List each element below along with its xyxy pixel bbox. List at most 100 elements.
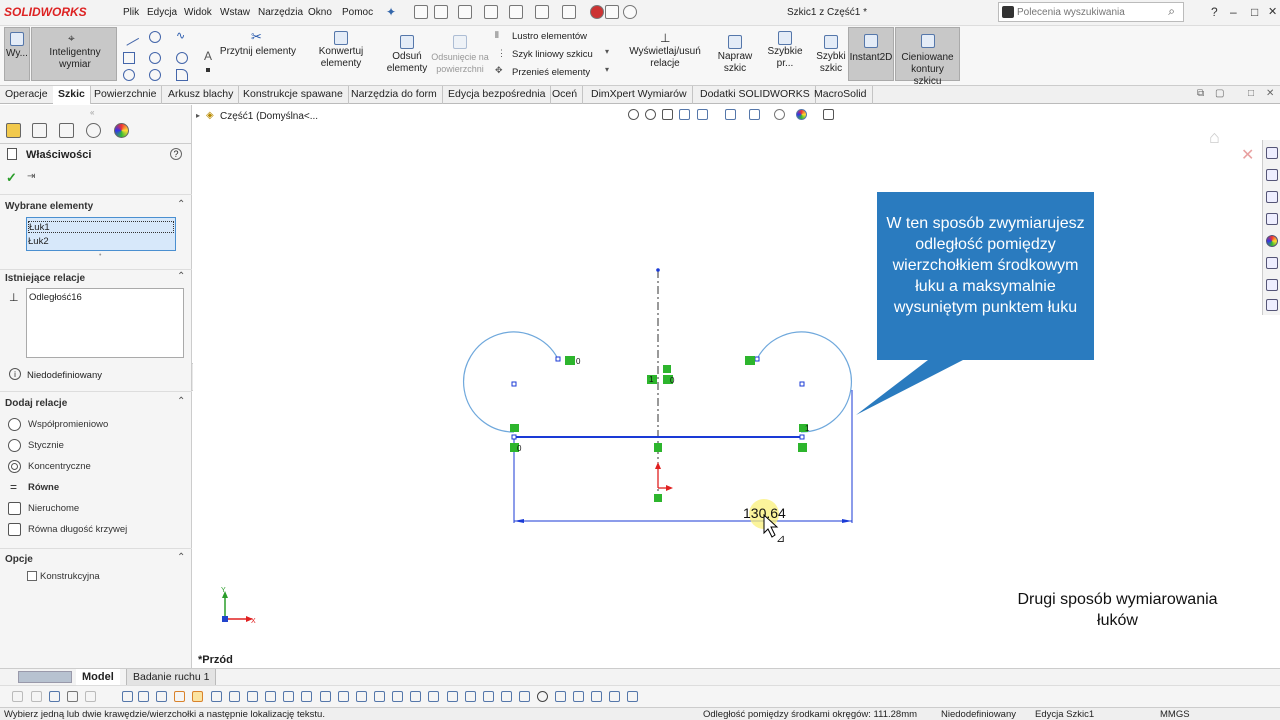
smart-dimension-button[interactable]: ⌖ Inteligentny wymiar [31, 27, 117, 81]
mirror-entities-item[interactable]: Lustro elementów [512, 31, 587, 43]
slot-tool-icon[interactable] [123, 69, 135, 81]
close-doc-icon[interactable]: ✕ [1266, 88, 1274, 99]
offset-icon[interactable] [338, 691, 349, 702]
select-other-icon[interactable] [85, 691, 96, 702]
relation-glyph[interactable] [510, 424, 519, 432]
move-icon[interactable] [392, 691, 403, 702]
undo-icon[interactable] [535, 5, 549, 19]
select-icon[interactable] [562, 5, 576, 19]
tile-doc-icon[interactable]: ▢ [1215, 88, 1224, 99]
minimize-button[interactable]: – [1230, 5, 1237, 19]
circular-pattern-icon[interactable] [501, 691, 512, 702]
filter-icon[interactable] [12, 691, 23, 702]
open-icon[interactable] [458, 5, 472, 19]
close-window-button[interactable]: ✕ [1268, 5, 1277, 18]
split-icon[interactable] [283, 691, 294, 702]
relation-glyph[interactable] [663, 365, 671, 373]
home-icon[interactable] [414, 5, 428, 19]
display-manager-tab-icon[interactable] [114, 123, 129, 138]
offset-entities-button[interactable]: Odsuń elementy [386, 32, 428, 82]
appearances-icon[interactable] [1266, 235, 1278, 247]
save-icon[interactable] [484, 5, 498, 19]
unit-system[interactable]: MMGS [1160, 709, 1190, 720]
tab-macrosolid[interactable]: MacroSolid [809, 86, 873, 104]
feature-tree-tab-icon[interactable] [6, 123, 21, 138]
tab-addins[interactable]: Dodatki SOLIDWORKS [695, 86, 816, 104]
ellipse-tool-icon[interactable] [149, 69, 161, 81]
relation-coradial[interactable]: Współpromieniowo [6, 416, 186, 434]
tab-sheet-metal[interactable]: Arkusz blachy [163, 86, 240, 104]
line-icon[interactable] [138, 691, 149, 702]
point-tool-icon[interactable] [206, 68, 210, 72]
help-button[interactable]: ? [1211, 5, 1218, 19]
shaded-contours-icon[interactable] [627, 691, 638, 702]
extra-task-icon[interactable] [1266, 299, 1278, 311]
move-dropdown-icon[interactable]: ▾ [605, 65, 609, 74]
circle-tool-icon[interactable] [149, 31, 161, 43]
search-input[interactable] [1017, 5, 1157, 19]
tab-scroll-buttons[interactable] [18, 671, 72, 683]
relation-fix[interactable]: Nieruchome [6, 500, 186, 518]
repair-sketch-icon[interactable] [573, 691, 584, 702]
search-commands-box[interactable]: ⌕ [998, 2, 1184, 22]
property-manager-tab-icon[interactable] [32, 123, 47, 138]
point-icon[interactable] [122, 691, 133, 702]
dimxpert-manager-tab-icon[interactable] [86, 123, 101, 138]
centerline-endpoint[interactable] [656, 268, 660, 272]
linear-pattern-dropdown-icon[interactable]: ▾ [605, 47, 609, 56]
relation-equal[interactable]: = Równe [6, 479, 186, 497]
file-properties-icon[interactable] [605, 5, 619, 19]
copy-icon[interactable] [410, 691, 421, 702]
help-icon[interactable]: ? [170, 148, 182, 160]
construction-geometry-icon[interactable] [301, 691, 312, 702]
tab-direct-editing[interactable]: Edycja bezpośrednia [443, 86, 552, 104]
display-delete-relations-button[interactable]: ⊥ Wyświetlaj/usuń relacje [616, 29, 714, 81]
arc-endpoint[interactable] [555, 356, 561, 362]
exit-sketch-button[interactable]: Wy... [4, 27, 30, 81]
list-item[interactable]: Łuk1 [28, 221, 174, 233]
relation-glyph[interactable] [798, 443, 807, 452]
mirror-icon[interactable] [320, 691, 331, 702]
menu-item-edit[interactable]: Edycja [147, 7, 177, 18]
line-endpoint[interactable] [511, 434, 517, 440]
polygon-icon[interactable] [174, 691, 185, 702]
collapse-chevron-icon[interactable]: ⌃ [177, 552, 185, 563]
quick-snaps-button[interactable]: Szybkie pr... [758, 29, 812, 81]
linear-pattern-icon[interactable] [483, 691, 494, 702]
view-palette-icon[interactable] [1266, 213, 1278, 225]
linear-pattern-item[interactable]: Szyk liniowy szkicu [512, 49, 593, 61]
relation-equal-curve-length[interactable]: Równa długość krzywej [6, 521, 186, 539]
panel-collapse-handle[interactable]: « [90, 108, 94, 117]
selected-entities-list[interactable]: Łuk1 Łuk2 [26, 217, 176, 251]
menu-item-tools[interactable]: Narzędzia [258, 7, 303, 18]
solidworks-forum-icon[interactable] [1266, 279, 1278, 291]
rectangle-tool-icon[interactable] [123, 52, 135, 64]
ok-checkmark-icon[interactable]: ✓ [6, 170, 17, 186]
rebuild-icon[interactable] [590, 5, 604, 19]
maximize-doc-icon[interactable]: □ [1248, 88, 1254, 99]
filter-edges-icon[interactable] [49, 691, 60, 702]
relations-icon[interactable] [537, 691, 548, 702]
fillet-tool-icon[interactable] [176, 69, 188, 81]
rectangle-icon[interactable] [156, 691, 167, 702]
options-gear-icon[interactable] [623, 5, 637, 19]
move-entities-item[interactable]: Przenieś elementy [512, 67, 590, 79]
scale-icon[interactable] [447, 691, 458, 702]
offset-on-surface-button[interactable]: Odsunięcie na powierzchni [430, 32, 490, 82]
trim-entities-button[interactable]: ✂ Przytnij elementy [219, 29, 297, 81]
intersection-curve-icon[interactable] [374, 691, 385, 702]
restore-doc-icon[interactable]: ⧉ [1197, 88, 1204, 99]
trim-icon[interactable] [247, 691, 258, 702]
relation-concentric[interactable]: Koncentryczne [6, 458, 186, 476]
instant2d-button[interactable]: Instant2D [848, 27, 894, 81]
menu-item-insert[interactable]: Wstaw [220, 7, 250, 18]
sketch-fillet-icon[interactable] [192, 691, 203, 702]
rapid-sketch-button[interactable]: Szybki szkic [816, 32, 846, 82]
menu-item-view[interactable]: Widok [184, 7, 212, 18]
tab-surfaces[interactable]: Powierzchnie [89, 86, 163, 104]
relation-glyph[interactable] [745, 356, 755, 365]
menu-item-help[interactable]: Pomoc [342, 7, 373, 18]
text-icon[interactable] [519, 691, 530, 702]
select-tool-icon[interactable] [67, 691, 78, 702]
file-explorer-icon[interactable] [1266, 191, 1278, 203]
